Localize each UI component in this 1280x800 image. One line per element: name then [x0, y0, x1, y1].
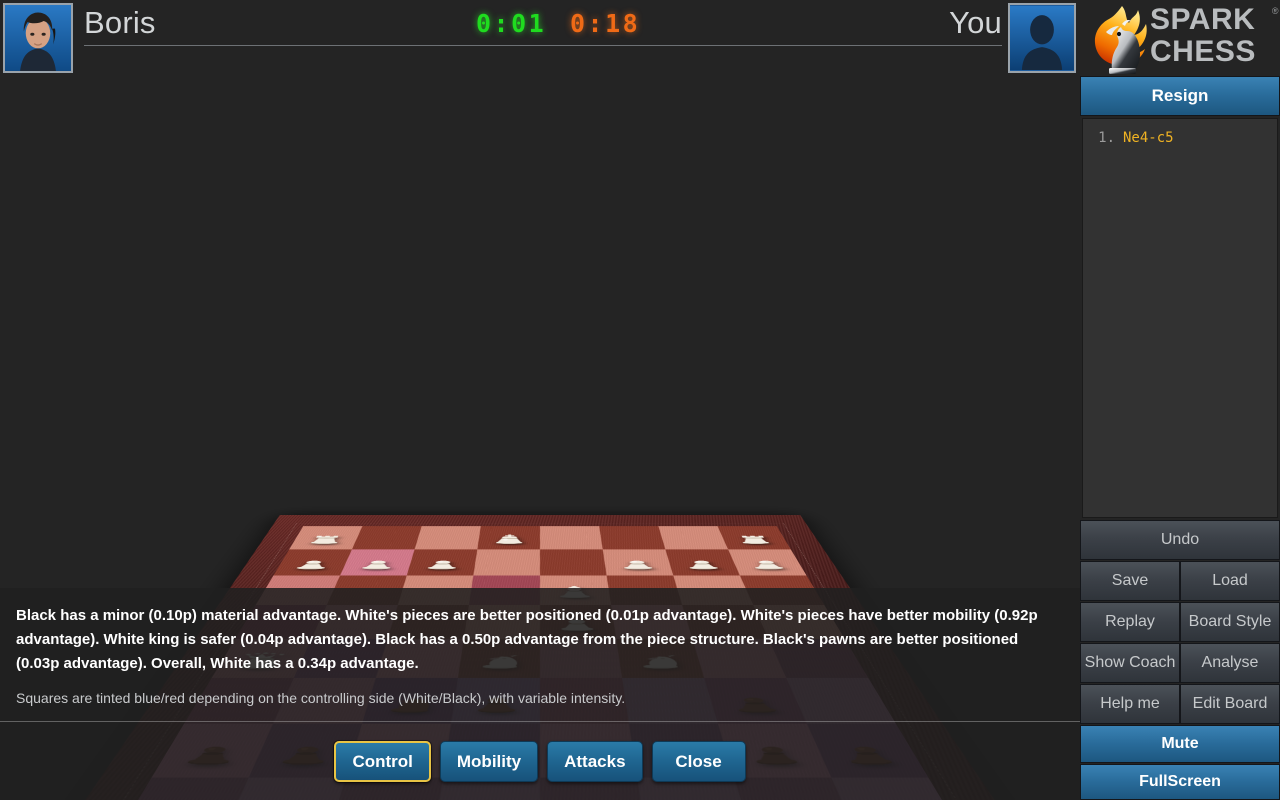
flaming-knight-logo-icon	[1094, 6, 1147, 74]
analysis-close-button[interactable]: Close	[651, 741, 746, 782]
silhouette-avatar-icon	[1010, 6, 1074, 70]
analysis-summary-text: Black has a minor (0.10p) material advan…	[16, 607, 1038, 672]
match-header: Boris You 0:01 0:18	[0, 0, 1080, 76]
analysis-hint-text: Squares are tinted blue/red depending on…	[16, 690, 626, 706]
logo-line-chess: CHESS	[1150, 35, 1256, 68]
sparkchess-app: Boris You 0:01 0:18 Black has a minor (0…	[0, 0, 1280, 800]
mute-button[interactable]: Mute	[1080, 725, 1280, 763]
board-square[interactable]	[602, 549, 674, 576]
player-name-rule	[300, 45, 1002, 46]
board-square[interactable]	[473, 549, 540, 576]
analysis-attacks-button[interactable]: Attacks	[547, 741, 643, 782]
player-name: You	[949, 5, 1002, 40]
sparkchess-wordmark: SPARK CHESS ®	[1150, 4, 1280, 68]
opponent-name: Boris	[84, 5, 156, 40]
board-square[interactable]	[665, 549, 740, 576]
board-square[interactable]	[658, 526, 729, 550]
board-square[interactable]	[599, 526, 666, 550]
board-square[interactable]	[540, 549, 607, 576]
board-square[interactable]	[340, 549, 415, 576]
analysis-mobility-button[interactable]: Mobility	[439, 741, 539, 782]
replay-button[interactable]: Replay	[1080, 602, 1180, 642]
board-square[interactable]	[351, 526, 422, 550]
analysis-panel: Black has a minor (0.10p) material advan…	[0, 588, 1080, 800]
logo-line-spark: SPARK	[1150, 3, 1256, 36]
help-me-button[interactable]: Help me	[1080, 684, 1180, 724]
board-square[interactable]	[540, 526, 603, 550]
analysis-control-button[interactable]: Control	[334, 741, 431, 782]
sparkchess-logo: SPARK CHESS ®	[1080, 0, 1280, 76]
clock-opponent: 0:01	[476, 9, 547, 38]
show-coach-button[interactable]: Show Coach	[1080, 643, 1180, 683]
edit-board-button[interactable]: Edit Board	[1180, 684, 1280, 724]
resign-button[interactable]: Resign	[1080, 76, 1280, 116]
move-list[interactable]: 1. Ne4-c5	[1082, 118, 1278, 518]
analysis-button-row: Control Mobility Attacks Close	[0, 741, 1080, 782]
undo-button[interactable]: Undo	[1080, 520, 1280, 560]
save-button[interactable]: Save	[1080, 561, 1180, 601]
clock-player: 0:18	[570, 9, 641, 38]
analyse-button[interactable]: Analyse	[1180, 643, 1280, 683]
avatar-player[interactable]	[1008, 3, 1076, 73]
board-square[interactable]	[406, 549, 478, 576]
move-list-row[interactable]: 1. Ne4-c5	[1089, 127, 1271, 149]
square-control-tint	[340, 549, 415, 576]
player-info: You	[300, 0, 1002, 76]
sidebar: SPARK CHESS ® Resign 1. Ne4-c5 Undo Save …	[1080, 0, 1280, 800]
move-number: 1.	[1098, 130, 1115, 146]
board-square[interactable]	[289, 526, 363, 550]
fullscreen-button[interactable]: FullScreen	[1080, 764, 1280, 800]
chess-board-scene[interactable]: Black has a minor (0.10p) material advan…	[0, 76, 1080, 800]
board-style-button[interactable]: Board Style	[1180, 602, 1280, 642]
move-notation[interactable]: Ne4-c5	[1123, 127, 1174, 149]
male-portrait-avatar-icon	[5, 5, 71, 71]
board-square[interactable]	[414, 526, 481, 550]
registered-mark: ®	[1271, 6, 1279, 16]
avatar-opponent[interactable]	[3, 3, 73, 73]
load-button[interactable]: Load	[1180, 561, 1280, 601]
analysis-panel-divider	[0, 721, 1080, 722]
board-square[interactable]	[477, 526, 540, 550]
